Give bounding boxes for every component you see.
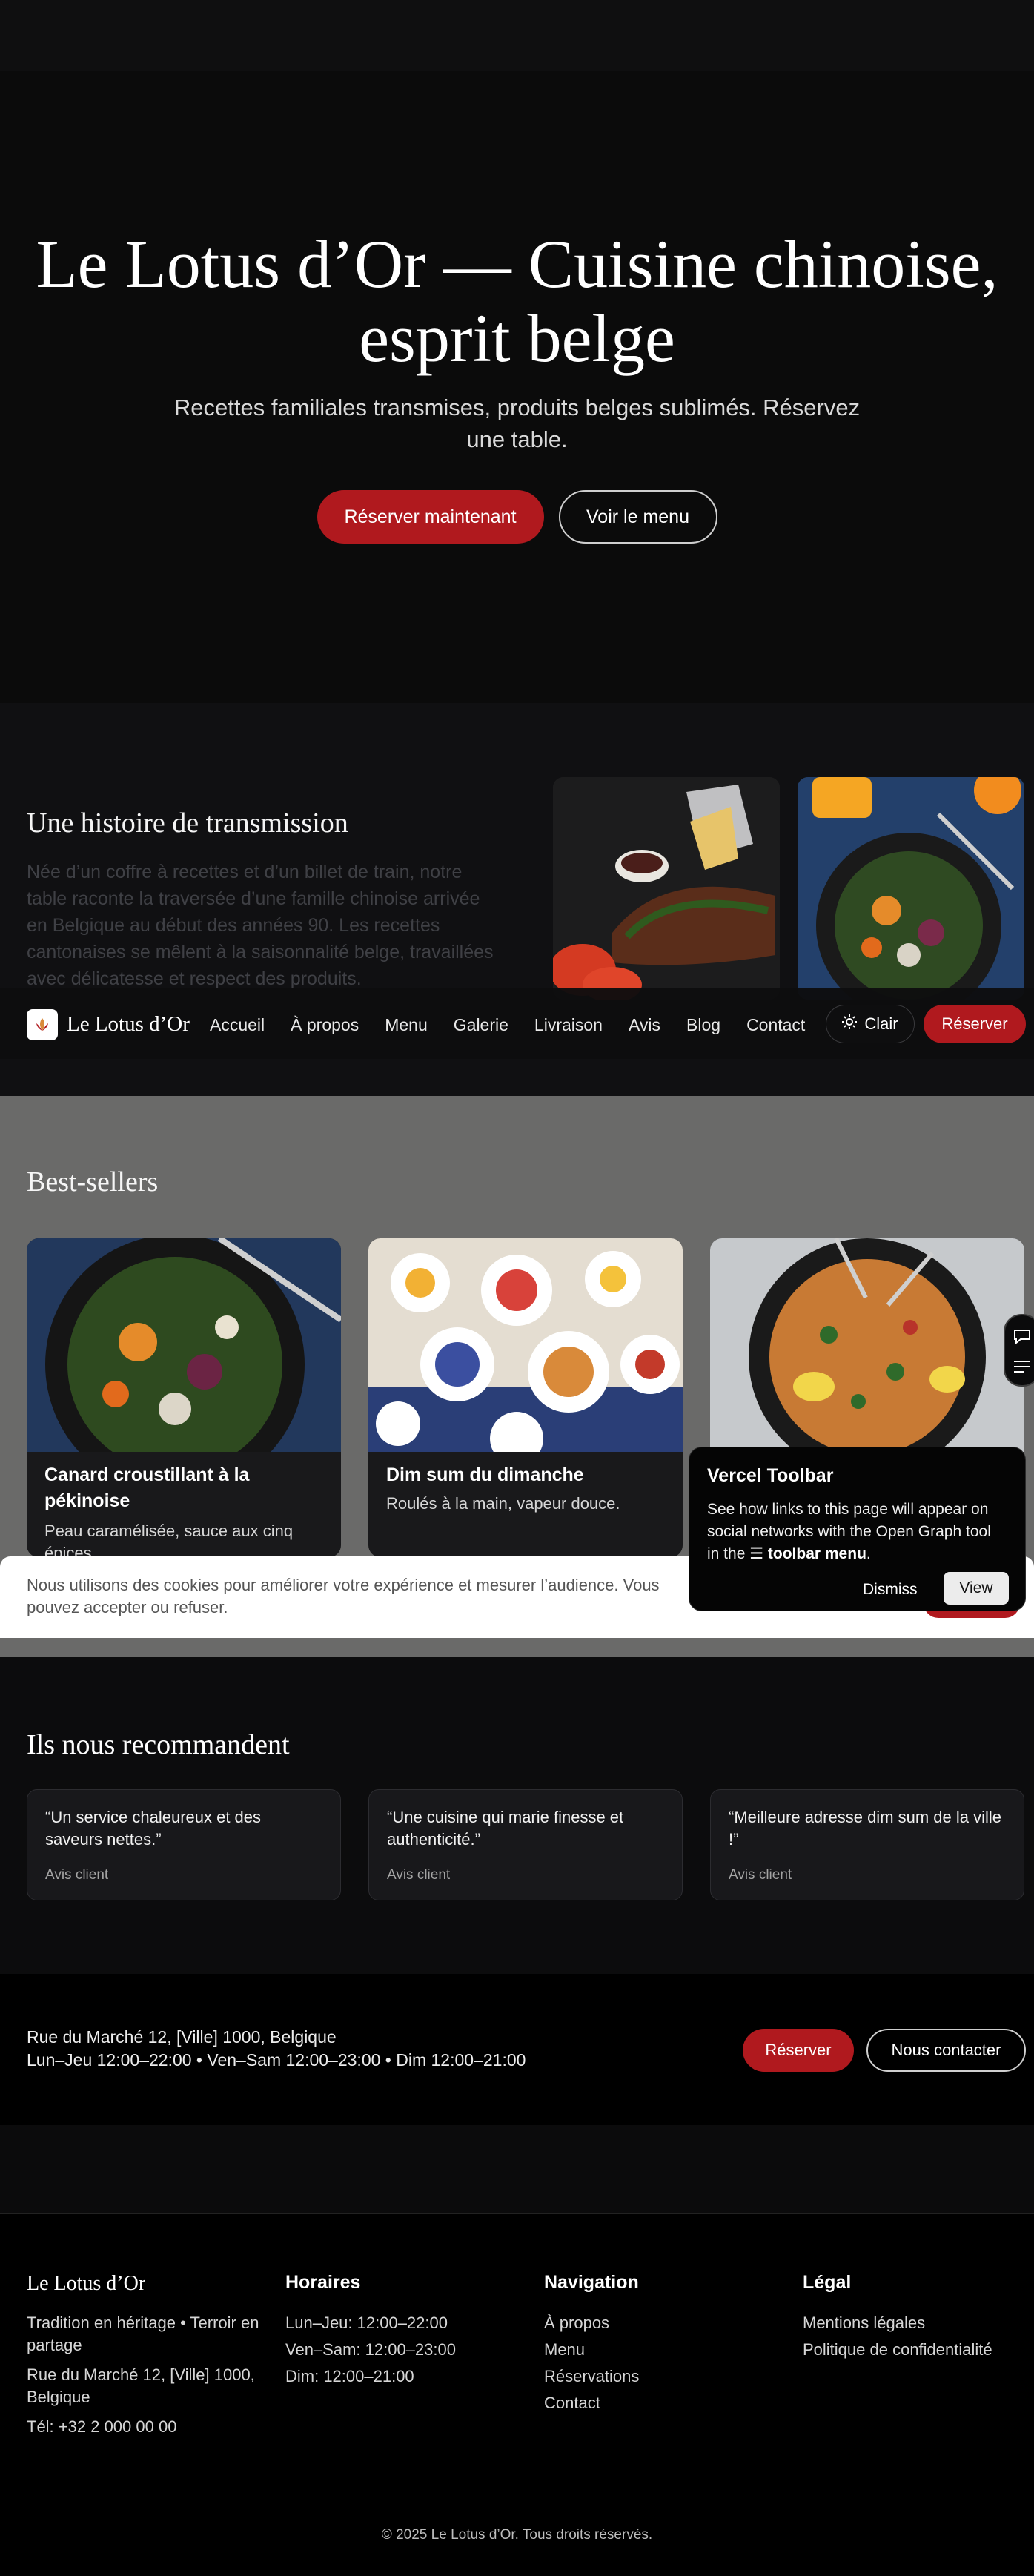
sun-icon [842, 1014, 858, 1034]
bestseller-card[interactable]: Dim sum du dimanche Roulés à la main, va… [368, 1238, 683, 1557]
review-quote: “Meilleure adresse dim sum de la ville !… [729, 1808, 1002, 1849]
chat-icon[interactable] [1013, 1327, 1032, 1349]
footer-address: Rue du Marché 12, [Ville] 1000, Belgique [27, 2365, 255, 2406]
footer-legal-title: Légal [803, 2272, 852, 2293]
vercel-body-bold: toolbar menu [767, 1545, 866, 1562]
footer-nav-title: Navigation [544, 2272, 639, 2293]
vercel-toolbar-popup: Vercel Toolbar See how links to this pag… [689, 1447, 1026, 1611]
brand-name[interactable]: Le Lotus d’Or [67, 1012, 190, 1037]
nav-link-livraison[interactable]: Livraison [534, 1015, 603, 1035]
review-card: “Une cuisine qui marie finesse et authen… [368, 1789, 683, 1900]
lotus-logo-icon[interactable] [27, 1009, 58, 1040]
footer-link-privacy[interactable]: Politique de confidentialité [803, 2336, 992, 2363]
theme-toggle-label: Clair [864, 1014, 898, 1033]
bestseller-card[interactable]: Canard croustillant à la pékinoise Peau … [27, 1238, 341, 1557]
story-photo-steak [553, 777, 780, 1000]
footer-link-menu[interactable]: Menu [544, 2336, 639, 2363]
footer-link-reservations[interactable]: Réservations [544, 2363, 639, 2390]
address-reserve-button[interactable]: Réserver [743, 2029, 854, 2072]
footer-hours-title: Horaires [285, 2272, 361, 2293]
footer-hours-item: Ven–Sam: 12:00–23:00 [285, 2340, 456, 2359]
footer-brand-column: Le Lotus d’Or Tradition en héritage • Te… [27, 2272, 264, 2445]
nav-link-avis[interactable]: Avis [629, 1015, 660, 1035]
nav-link-menu[interactable]: Menu [385, 1015, 428, 1035]
review-quote: “Une cuisine qui marie finesse et authen… [387, 1808, 624, 1849]
footer: Le Lotus d’Or Tradition en héritage • Te… [0, 2214, 1034, 2576]
spacer-band [0, 2125, 1034, 2214]
footer-phone: Tél: +32 2 000 00 00 [27, 2417, 177, 2436]
top-strip [0, 0, 1034, 71]
bestsellers-title: Best-sellers [27, 1166, 159, 1198]
hours-line: Lun–Jeu 12:00–22:00 • Ven–Sam 12:00–23:0… [27, 2050, 526, 2070]
address-section: Rue du Marché 12, [Ville] 1000, Belgique… [0, 1974, 1034, 2125]
footer-tagline: Tradition en héritage • Terroir en parta… [27, 2314, 259, 2354]
hero-title: Le Lotus d’Or — Cuisine chinoise, esprit… [36, 226, 998, 376]
story-title: Une histoire de transmission [27, 808, 348, 839]
hero-subtitle: Recettes familiales transmises, produits… [173, 394, 861, 452]
view-button[interactable]: View [944, 1572, 1009, 1605]
review-quote: “Un service chaleureux et des saveurs ne… [45, 1808, 262, 1849]
bestseller-name: Dim sum du dimanche [386, 1464, 584, 1485]
footer-legal-column: Légal Mentions légales Politique de conf… [803, 2272, 992, 2363]
bestseller-desc: Peau caramélisée, sauce aux cinq épices. [44, 1522, 294, 1557]
feedback-widget[interactable] [1004, 1314, 1034, 1387]
see-menu-button[interactable]: Voir le menu [558, 490, 717, 544]
theme-toggle-button[interactable]: Clair [826, 1005, 915, 1043]
nav-link-galerie[interactable]: Galerie [454, 1015, 508, 1035]
review-author: Avis client [45, 1867, 109, 1883]
reviews-section: Ils nous recommandent “Un service chaleu… [0, 1657, 1034, 1974]
footer-link-a-propos[interactable]: À propos [544, 2310, 639, 2336]
main-navbar: Le Lotus d’Or Accueil À propos Menu Gale… [0, 988, 1034, 1059]
nav-link-contact[interactable]: Contact [746, 1015, 805, 1035]
contact-us-button[interactable]: Nous contacter [866, 2029, 1026, 2072]
vercel-toolbar-title: Vercel Toolbar [707, 1465, 834, 1486]
review-author: Avis client [729, 1867, 792, 1883]
nav-link-accueil[interactable]: Accueil [210, 1015, 265, 1035]
bestseller-image-paella [710, 1238, 1024, 1476]
story-photo-salad [798, 777, 1024, 1000]
footer-link-contact[interactable]: Contact [544, 2390, 639, 2417]
footer-brand: Le Lotus d’Or [27, 2272, 146, 2295]
review-card: “Meilleure adresse dim sum de la ville !… [710, 1789, 1024, 1900]
story-text: Née d’un coffre à recettes et d’un bille… [27, 862, 494, 989]
copyright: © 2025 Le Lotus d’Or. Tous droits réserv… [381, 2527, 653, 2543]
review-author: Avis client [387, 1867, 451, 1883]
menu-icon[interactable] [1013, 1358, 1032, 1378]
toolbar-menu-icon: ☰ [749, 1545, 768, 1562]
nav-link-a-propos[interactable]: À propos [291, 1015, 359, 1035]
bestseller-image-salad [27, 1238, 341, 1494]
bestseller-name: Canard croustillant à la pékinoise [44, 1464, 250, 1511]
footer-link-mentions[interactable]: Mentions légales [803, 2310, 992, 2336]
footer-hours-column: Horaires Lun–Jeu: 12:00–22:00 Ven–Sam: 1… [285, 2272, 456, 2390]
vercel-body-end: . [866, 1545, 871, 1562]
footer-hours-item: Lun–Jeu: 12:00–22:00 [285, 2314, 448, 2332]
nav-links: Accueil À propos Menu Galerie Livraison … [210, 1015, 805, 1035]
bestseller-image-dimsum [368, 1238, 683, 1465]
bestseller-desc: Roulés à la main, vapeur douce. [386, 1494, 620, 1513]
footer-hours-item: Dim: 12:00–21:00 [285, 2367, 414, 2385]
vercel-toolbar-body: See how links to this page will appear o… [707, 1499, 1007, 1565]
footer-nav-column: Navigation À propos Menu Réservations Co… [544, 2272, 639, 2417]
dismiss-button[interactable]: Dismiss [863, 1581, 918, 1599]
cookie-text: Nous utilisons des cookies pour améliore… [27, 1576, 660, 1616]
reviews-title: Ils nous recommandent [27, 1729, 290, 1760]
hero-buttons: Réserver maintenant Voir le menu [0, 490, 1034, 544]
nav-reserve-button[interactable]: Réserver [924, 1005, 1026, 1043]
address-line: Rue du Marché 12, [Ville] 1000, Belgique [27, 2027, 337, 2047]
nav-link-blog[interactable]: Blog [686, 1015, 720, 1035]
hero-section: Le Lotus d’Or — Cuisine chinoise, esprit… [0, 71, 1034, 703]
reserve-now-button[interactable]: Réserver maintenant [317, 490, 544, 544]
review-card: “Un service chaleureux et des saveurs ne… [27, 1789, 341, 1900]
